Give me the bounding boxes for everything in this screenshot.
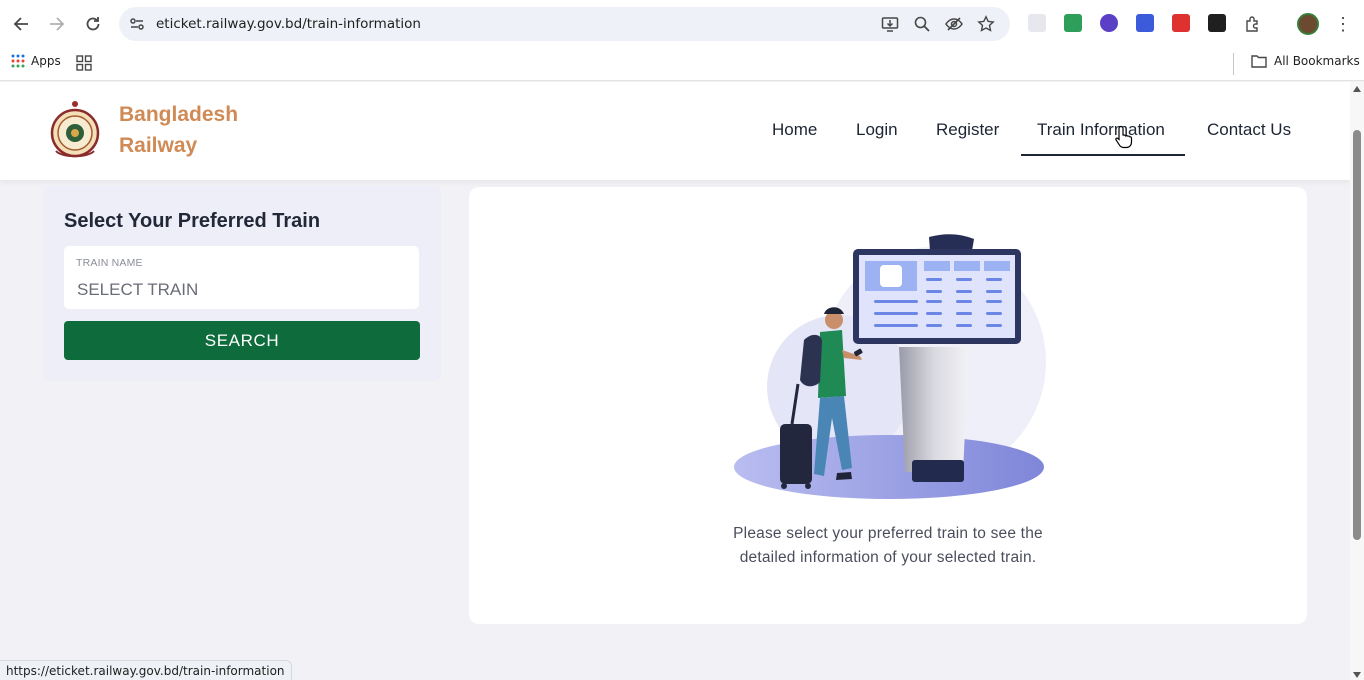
browser-toolbar: eticket.railway.gov.bd/train-information… xyxy=(0,0,1364,48)
extension-icon[interactable] xyxy=(1208,14,1226,32)
extensions-icon[interactable] xyxy=(1244,15,1262,33)
status-url: https://eticket.railway.gov.bd/train-inf… xyxy=(0,660,292,680)
eye-off-icon[interactable] xyxy=(945,15,963,33)
info-message-line2: detailed information of your selected tr… xyxy=(739,549,1037,566)
bookmarks-divider xyxy=(1233,53,1234,75)
info-message: Please select your preferred train to se… xyxy=(469,522,1307,570)
info-message-line1: Please select your preferred train to se… xyxy=(733,525,1043,542)
panel-title: Select Your Preferred Train xyxy=(64,210,321,232)
nav-register[interactable]: Register xyxy=(936,120,999,140)
forward-icon[interactable] xyxy=(45,12,69,36)
extension-icon[interactable] xyxy=(1064,14,1082,32)
train-name-label: TRAIN NAME xyxy=(76,257,143,269)
site-info-icon[interactable] xyxy=(127,14,147,34)
site-header: Bangladesh Railway Home Login Register T… xyxy=(0,82,1350,180)
install-icon[interactable] xyxy=(881,15,899,33)
extension-icon[interactable] xyxy=(1136,14,1154,32)
extension-icon[interactable] xyxy=(1028,14,1046,32)
brand-line1: Bangladesh xyxy=(119,103,239,126)
train-kiosk-illustration xyxy=(734,234,1046,499)
extension-icon[interactable] xyxy=(1100,14,1118,32)
zoom-icon[interactable] xyxy=(913,15,931,33)
extension-icon[interactable] xyxy=(1172,14,1190,32)
avatar[interactable] xyxy=(1297,13,1319,35)
address-bar[interactable]: eticket.railway.gov.bd/train-information xyxy=(119,7,1010,41)
apps-grid-icon xyxy=(11,54,25,68)
page-content: Bangladesh Railway Home Login Register T… xyxy=(0,82,1350,680)
all-bookmarks-button[interactable]: All Bookmarks xyxy=(1251,54,1360,68)
tab-groups-icon[interactable] xyxy=(76,55,92,76)
railway-logo[interactable] xyxy=(50,99,100,163)
train-search-panel: Select Your Preferred Train TRAIN NAME S… xyxy=(43,186,441,381)
scroll-up-icon[interactable] xyxy=(1353,86,1361,92)
bookmarks-bar: Apps All Bookmarks xyxy=(0,48,1364,81)
brand-line2: Railway xyxy=(119,134,198,157)
nav-home[interactable]: Home xyxy=(772,120,817,140)
back-icon[interactable] xyxy=(9,12,33,36)
folder-icon xyxy=(1251,55,1267,68)
brand-name[interactable]: Bangladesh Railway xyxy=(119,99,238,161)
nav-login[interactable]: Login xyxy=(856,120,898,140)
bookmark-apps-label: Apps xyxy=(31,54,61,68)
star-icon[interactable] xyxy=(977,15,995,33)
menu-icon[interactable]: ⋮ xyxy=(1334,12,1352,36)
page-scrollbar[interactable] xyxy=(1350,82,1364,680)
nav-train-information[interactable]: Train Information xyxy=(1037,120,1165,140)
train-info-card: Please select your preferred train to se… xyxy=(469,187,1307,624)
hand-cursor-icon xyxy=(1115,125,1133,149)
url-text: eticket.railway.gov.bd/train-information xyxy=(156,16,421,32)
search-button[interactable]: SEARCH xyxy=(64,321,420,360)
all-bookmarks-label: All Bookmarks xyxy=(1274,54,1360,68)
active-nav-underline xyxy=(1021,154,1185,156)
train-name-value: SELECT TRAIN xyxy=(77,280,199,299)
scroll-thumb[interactable] xyxy=(1353,130,1361,540)
train-name-select[interactable]: TRAIN NAME SELECT TRAIN xyxy=(64,246,419,309)
scroll-down-icon[interactable] xyxy=(1353,672,1361,678)
nav-contact-us[interactable]: Contact Us xyxy=(1207,120,1291,140)
reload-icon[interactable] xyxy=(81,12,105,36)
bookmark-apps[interactable]: Apps xyxy=(11,54,61,68)
